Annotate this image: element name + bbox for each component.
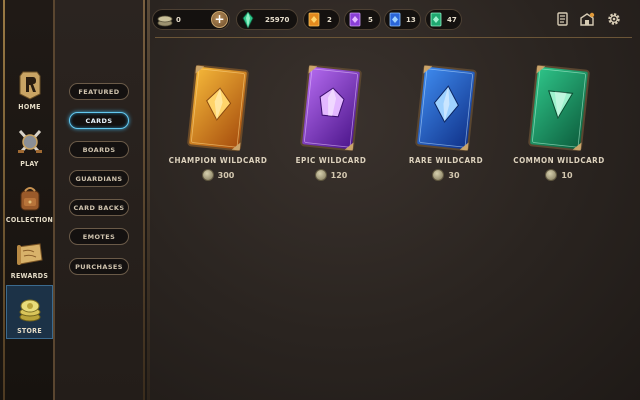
rare-wildcard-value: 13: [406, 15, 416, 24]
header-divider: [155, 37, 632, 38]
nav-label-rewards: REWARDS: [10, 272, 49, 280]
store-tab-featured[interactable]: FEATURED: [69, 83, 129, 100]
epic-wildcard-name: EPIC WILDCARD: [295, 156, 367, 165]
crossed-swords-icon: [17, 129, 42, 153]
common-wildcard-price-value: 10: [561, 170, 573, 180]
epic-wildcard-art[interactable]: [299, 64, 363, 152]
common-wildcard-price: 10: [545, 169, 573, 181]
wildcard-product-common[interactable]: COMMON WILDCARD 10: [504, 64, 614, 194]
coin-icon: [201, 169, 214, 181]
shards-balance: 25970: [236, 9, 298, 30]
wildcard-product-champion[interactable]: CHAMPION WILDCARD 300: [163, 64, 273, 194]
coins-icon: [157, 15, 173, 26]
nav-item-collection[interactable]: COLLECTION: [6, 173, 53, 227]
common-wildcard-icon: [430, 12, 442, 27]
common-wildcard-art[interactable]: [527, 64, 591, 152]
coin-icon: [432, 169, 445, 181]
legends-logo-icon: [19, 71, 40, 100]
store-category-menu: FEATURED CARDS BOARDS GUARDIANS CARD BAC…: [55, 0, 145, 400]
store-tab-boards[interactable]: BOARDS: [69, 141, 129, 158]
epic-wildcard-price-value: 120: [330, 170, 348, 180]
epic-wildcard-count: 5: [344, 9, 381, 30]
coins-value: 0: [176, 15, 181, 24]
rare-wildcard-price: 30: [432, 169, 460, 181]
wildcard-product-rare[interactable]: RARE WILDCARD 30: [391, 64, 501, 194]
store-tab-emotes[interactable]: EMOTES: [69, 228, 129, 245]
shards-value: 25970: [265, 15, 290, 24]
shards-icon: [242, 11, 254, 28]
store-tab-cards[interactable]: CARDS: [69, 112, 129, 129]
main-navigation: HOME PLAY COLLECTION REWARDS STORE: [0, 0, 55, 400]
coin-stack-icon: [19, 299, 40, 322]
store-tab-card-backs[interactable]: CARD BACKS: [69, 199, 129, 216]
champion-wildcard-price-value: 300: [217, 170, 235, 180]
wildcard-product-epic[interactable]: EPIC WILDCARD 120: [276, 64, 386, 194]
rare-wildcard-icon: [389, 12, 401, 27]
nav-item-rewards[interactable]: REWARDS: [6, 229, 53, 283]
champion-wildcard-name: CHAMPION WILDCARD: [168, 156, 268, 165]
store-content: 0 + 25970 2 5 13 47 CHAMPION WILDCARD 30…: [147, 0, 640, 400]
nav-label-collection: COLLECTION: [5, 216, 54, 224]
rare-wildcard-name: RARE WILDCARD: [408, 156, 484, 165]
epic-wildcard-price: 120: [314, 169, 348, 181]
common-wildcard-value: 47: [447, 15, 457, 24]
champion-wildcard-price: 300: [201, 169, 235, 181]
rare-wildcard-art[interactable]: [414, 64, 478, 152]
backpack-icon: [20, 187, 39, 211]
epic-wildcard-icon: [349, 12, 361, 27]
store-tab-guardians[interactable]: GUARDIANS: [69, 170, 129, 187]
shop-lock-icon[interactable]: [579, 11, 595, 27]
champion-wildcard-count: 2: [303, 9, 340, 30]
champion-wildcard-art[interactable]: [186, 64, 250, 152]
coin-icon: [545, 169, 558, 181]
add-coins-button[interactable]: +: [211, 11, 228, 28]
coins-balance: 0 +: [152, 9, 230, 30]
nav-label-store: STORE: [17, 327, 42, 335]
nav-label-play: PLAY: [20, 160, 39, 168]
rare-wildcard-count: 13: [384, 9, 421, 30]
deck-icon[interactable]: [555, 11, 571, 27]
champion-wildcard-icon: [308, 12, 320, 27]
epic-wildcard-value: 5: [368, 15, 373, 24]
store-tab-purchases[interactable]: PURCHASES: [69, 258, 129, 275]
scroll-map-icon: [16, 243, 43, 265]
nav-label-home: HOME: [18, 103, 41, 111]
rare-wildcard-price-value: 30: [448, 170, 460, 180]
nav-item-home[interactable]: HOME: [6, 60, 53, 114]
nav-item-store[interactable]: STORE: [6, 285, 53, 339]
settings-gear-icon[interactable]: [606, 11, 622, 27]
common-wildcard-count: 47: [425, 9, 462, 30]
champion-wildcard-value: 2: [327, 15, 332, 24]
nav-item-play[interactable]: PLAY: [6, 117, 53, 171]
coin-icon: [314, 169, 327, 181]
common-wildcard-name: COMMON WILDCARD: [513, 156, 605, 165]
